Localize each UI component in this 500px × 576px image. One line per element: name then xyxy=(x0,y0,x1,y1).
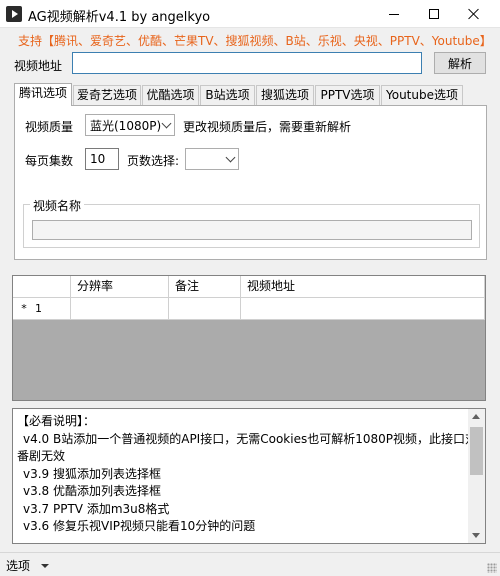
cell-url[interactable] xyxy=(241,298,485,320)
notes-line: v4.0 B站添加一个普通视频的API接口，无需Cookies也可解析1080P… xyxy=(23,431,477,446)
notes-scrollbar[interactable] xyxy=(468,409,485,543)
chevron-down-icon xyxy=(225,152,236,163)
row-index: 1 xyxy=(35,302,42,315)
notes-line: v3.6 修复乐视VIP视频只能看10分钟的问题 xyxy=(23,519,256,533)
dropdown-arrow-icon[interactable] xyxy=(41,564,49,568)
tencent-options-panel: 视频质量 蓝光(1080P) 更改视频质量后，需要重新解析 每页集数 页数选择:… xyxy=(14,105,487,260)
table-row[interactable]: * 1 xyxy=(13,298,485,320)
maximize-icon xyxy=(429,9,439,19)
new-row-marker: * xyxy=(21,302,27,315)
close-button[interactable] xyxy=(454,0,494,28)
page-select[interactable] xyxy=(185,148,239,170)
supported-sites-text: 支持【腾讯、爱奇艺、优酷、芒果TV、搜狐视频、B站、乐视、央视、PPTV、You… xyxy=(18,34,492,48)
tab-sohu[interactable]: 搜狐选项 xyxy=(256,85,314,105)
quality-select-value: 蓝光(1080P) xyxy=(90,119,162,133)
video-url-label: 视频地址 xyxy=(14,59,63,73)
options-menu-button[interactable]: 选项 xyxy=(6,557,30,574)
episodes-per-page-input[interactable] xyxy=(85,148,119,170)
row-header-corner xyxy=(13,276,71,298)
close-icon xyxy=(468,8,480,20)
video-name-group: 视频名称 xyxy=(23,197,480,248)
maximize-button[interactable] xyxy=(414,0,454,28)
status-bar: 选项 xyxy=(0,552,500,576)
column-header-url[interactable]: 视频地址 xyxy=(241,276,485,298)
title-bar: AG视频解析v4.1 by angelkyo xyxy=(0,0,500,28)
notes-line: v3.9 搜狐添加列表选择框 xyxy=(23,466,162,481)
scroll-thumb[interactable] xyxy=(470,427,483,475)
minimize-button[interactable] xyxy=(374,0,414,28)
column-header-resolution[interactable]: 分辨率 xyxy=(71,276,169,298)
minimize-icon xyxy=(389,13,399,15)
cell-note[interactable] xyxy=(169,298,241,320)
window-title: AG视频解析v4.1 by angelkyo xyxy=(28,10,211,25)
quality-label: 视频质量 xyxy=(25,120,74,134)
release-notes-text: 【必看说明】： v4.0 B站添加一个普通视频的API接口，无需Cookies也… xyxy=(17,413,477,536)
scroll-down-icon[interactable] xyxy=(472,533,480,538)
video-url-input[interactable] xyxy=(72,52,422,74)
cell-resolution[interactable] xyxy=(71,298,169,320)
tab-bilibili[interactable]: B站选项 xyxy=(200,85,255,105)
episodes-per-page-label: 每页集数 xyxy=(25,154,74,168)
parse-button[interactable]: 解析 xyxy=(434,52,486,74)
video-name-field xyxy=(32,220,472,240)
app-icon xyxy=(6,6,22,22)
tab-youtube[interactable]: Youtube选项 xyxy=(381,85,463,105)
tab-youku[interactable]: 优酷选项 xyxy=(142,85,199,105)
chevron-down-icon xyxy=(161,118,172,129)
notes-line: v3.8 优酷添加列表选择框 xyxy=(23,484,162,498)
tab-pptv[interactable]: PPTV选项 xyxy=(315,85,380,105)
quality-hint: 更改视频质量后，需要重新解析 xyxy=(183,120,352,134)
release-notes-textbox[interactable]: 【必看说明】： v4.0 B站添加一个普通视频的API接口，无需Cookies也… xyxy=(12,408,486,544)
notes-line: 番剧无效 xyxy=(17,449,66,463)
tab-tencent[interactable]: 腾讯选项 xyxy=(14,83,72,106)
resize-grip-icon[interactable] xyxy=(487,563,497,573)
quality-select[interactable]: 蓝光(1080P) xyxy=(85,114,175,136)
video-name-label: 视频名称 xyxy=(30,197,85,214)
page-select-label: 页数选择: xyxy=(127,154,180,168)
notes-line: v3.7 PPTV 添加m3u8格式 xyxy=(23,501,170,516)
tab-iqiyi[interactable]: 爱奇艺选项 xyxy=(73,85,141,105)
scroll-up-icon[interactable] xyxy=(472,414,480,419)
results-grid[interactable]: 分辨率 备注 视频地址 * 1 xyxy=(12,275,486,401)
notes-line: 【必看说明】： xyxy=(17,414,96,428)
grid-header: 分辨率 备注 视频地址 xyxy=(13,276,485,298)
column-header-note[interactable]: 备注 xyxy=(169,276,241,298)
row-header[interactable]: * 1 xyxy=(13,298,71,320)
